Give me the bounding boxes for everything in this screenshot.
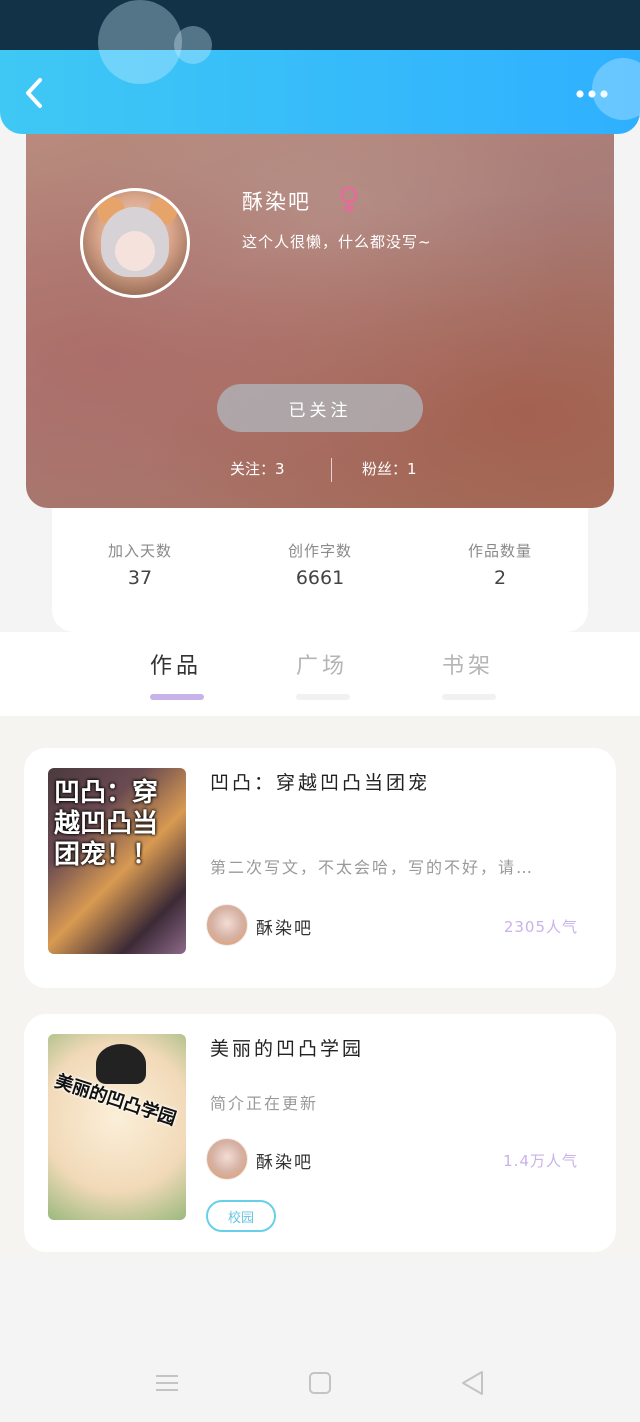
female-icon [340,186,358,213]
tab-label: 作品 [149,654,202,679]
stat-works-count: 作品数量 2 [420,540,580,589]
cover-title-text: 凹凸：穿越凹凸当团宠！！ [54,778,159,871]
work-cover[interactable]: 凹凸：穿越凹凸当团宠！！ [48,768,186,954]
system-navigation-bar [0,1342,640,1422]
profile-bio: 这个人很懒，什么都没写~ [242,233,432,251]
menu-button[interactable] [152,1368,182,1398]
stat-value: 2 [493,567,507,589]
stats-card: 加入天数 37 创作字数 6661 作品数量 2 [52,508,588,632]
more-dots-icon [576,90,608,98]
stat-value: 6661 [295,567,345,589]
author-name[interactable]: 酥染吧 [256,914,313,939]
back-button[interactable] [18,76,52,110]
stat-label: 作品数量 [467,542,532,560]
status-bar [0,0,640,50]
tab-works[interactable]: 作品 [136,648,216,700]
work-card[interactable]: 凹凸：穿越凹凸当团宠！！ 凹凸：穿越凹凸当团宠 第二次写文，不太会哈，写的不好，… [24,748,616,988]
more-options-button[interactable] [572,86,616,102]
tab-square[interactable]: 广场 [282,648,362,700]
stat-label: 创作字数 [287,542,352,560]
profile-username: 酥染吧 [242,190,311,214]
popularity-count: 2305人气 [503,918,578,936]
stat-value: 37 [127,567,153,589]
tab-indicator [296,694,350,700]
fans-count[interactable]: 粉丝：1 [362,458,417,479]
genre-tag[interactable]: 校园 [206,1200,276,1232]
tab-indicator [150,694,204,700]
work-title[interactable]: 美丽的凹凸学园 [210,1034,364,1061]
avatar-face [115,231,155,271]
tab-indicator [442,694,496,700]
author-avatar[interactable] [206,1138,248,1180]
profile-banner: 酥染吧 这个人很懒，什么都没写~ 已关注 关注：3 粉丝：1 [26,130,614,508]
author-avatar[interactable] [206,904,248,946]
cover-figure [96,1044,146,1084]
author-name[interactable]: 酥染吧 [256,1148,313,1173]
work-title[interactable]: 凹凸：穿越凹凸当团宠 [210,768,430,795]
follow-button[interactable]: 已关注 [217,384,423,432]
work-cover[interactable]: 美丽的凹凸学园 [48,1034,186,1220]
stat-label: 加入天数 [107,542,172,560]
system-back-button[interactable] [458,1368,488,1398]
works-list: 凹凸：穿越凹凸当团宠！！ 凹凸：穿越凹凸当团宠 第二次写文，不太会哈，写的不好，… [0,716,640,1256]
home-square-icon [309,1372,331,1394]
stat-word-count: 创作字数 6661 [240,540,400,589]
work-description: 第二次写文，不太会哈，写的不好，请… [210,858,535,877]
back-triangle-icon [462,1371,483,1395]
popularity-count: 1.4万人气 [503,1152,578,1170]
tab-label: 广场 [295,654,348,679]
profile-tabs: 作品 广场 书架 [0,632,640,716]
profile-avatar[interactable] [80,188,190,298]
work-description: 简介正在更新 [210,1094,319,1113]
tab-label: 书架 [441,654,494,679]
home-button[interactable] [305,1368,335,1398]
work-card[interactable]: 美丽的凹凸学园 美丽的凹凸学园 简介正在更新 酥染吧 1.4万人气 校园 [24,1014,616,1252]
divider [331,458,332,482]
following-count[interactable]: 关注：3 [230,458,285,479]
menu-icon [156,1375,178,1391]
chevron-left-icon [26,78,42,108]
follow-stats: 关注：3 粉丝：1 [26,458,614,482]
tab-bookshelf[interactable]: 书架 [428,648,508,700]
top-app-bar [0,0,640,134]
stat-join-days: 加入天数 37 [60,540,220,589]
